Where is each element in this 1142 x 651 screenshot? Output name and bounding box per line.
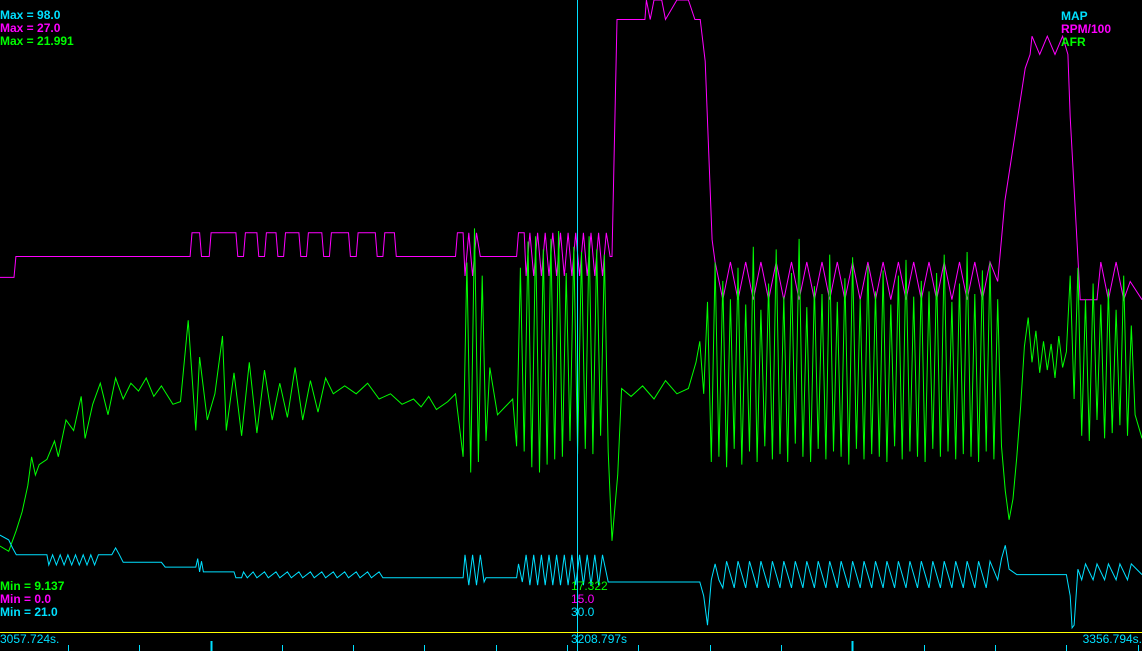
time-end-label: 3356.794s.	[1082, 632, 1142, 646]
legend-afr: AFR	[1061, 35, 1086, 49]
log-plot[interactable]	[0, 0, 1142, 651]
max-stats: Max = 98.0 Max = 27.0 Max = 21.991	[0, 9, 74, 48]
series-line-rpm-100	[0, 0, 1142, 302]
legend: MAP RPM/100 AFR	[1061, 10, 1111, 49]
time-start-label: 3057.724s.	[0, 632, 60, 646]
afr-max: Max = 21.991	[0, 34, 74, 48]
cursor-readout: 17.322 15.0 30.0	[571, 580, 608, 619]
cursor-time-label: 3208.797s	[571, 632, 628, 646]
traces	[0, 0, 1142, 630]
series-line-afr	[0, 228, 1142, 553]
cursor-map: 30.0	[571, 605, 595, 619]
min-stats: Min = 9.137 Min = 0.0 Min = 21.0	[0, 580, 64, 619]
map-min: Min = 21.0	[0, 605, 58, 619]
